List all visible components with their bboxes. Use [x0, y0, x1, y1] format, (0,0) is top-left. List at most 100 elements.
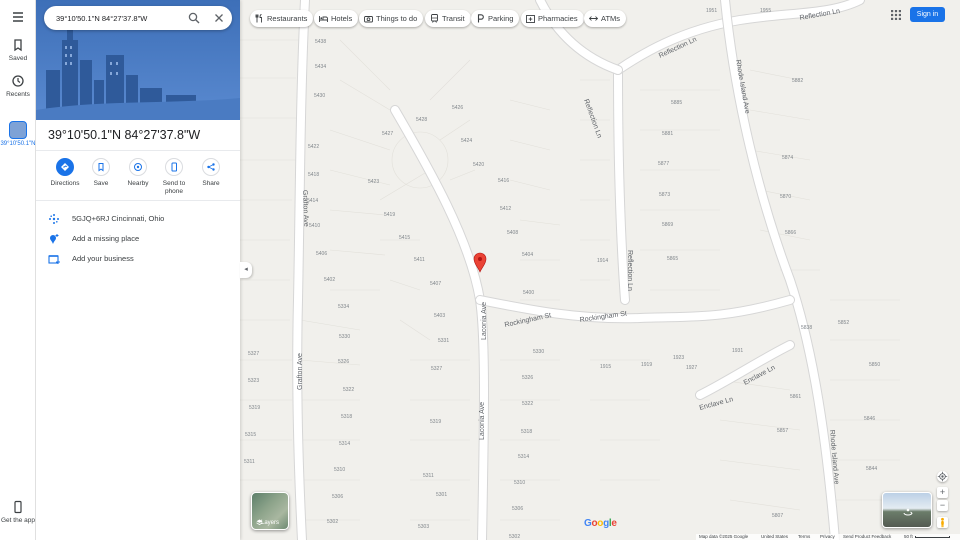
- add-location-icon: [50, 234, 59, 244]
- plus-code-text: 5GJQ+6RJ Cincinnati, Ohio: [72, 214, 165, 223]
- chip-label: Hotels: [331, 14, 353, 23]
- chevron-left-icon: ◂: [244, 266, 248, 273]
- maps-app: Reflection Ln Reflection Ln Reflection L…: [0, 0, 960, 540]
- recent-place-button[interactable]: 39°10'50.1"N: [0, 121, 36, 148]
- house-number: 5885: [671, 100, 682, 106]
- camera-icon: [364, 16, 373, 23]
- chip-label: Restaurants: [267, 14, 308, 23]
- street-label: Grafton Ave: [301, 190, 309, 227]
- share-button[interactable]: Share: [193, 158, 229, 188]
- add-missing-place-text: Add a missing place: [72, 234, 140, 243]
- search-input[interactable]: [56, 11, 180, 25]
- scale-label[interactable]: 50 ft: [904, 534, 913, 540]
- sign-in-button[interactable]: Sign in: [910, 7, 945, 22]
- country-link[interactable]: United States: [761, 534, 788, 540]
- chip-label: Things to do: [376, 14, 418, 23]
- parking-icon: [477, 14, 484, 23]
- house-number: 5330: [339, 334, 350, 340]
- history-icon: [12, 75, 24, 87]
- house-number: 5420: [473, 162, 484, 168]
- house-number: 1915: [600, 364, 611, 370]
- parcel-lines: [240, 39, 900, 521]
- house-number: 5326: [522, 375, 533, 381]
- save-label: Save: [93, 180, 109, 187]
- divider: [36, 150, 240, 151]
- zoom-out-button[interactable]: −: [937, 500, 948, 511]
- house-number: 5866: [785, 230, 796, 236]
- get-app-label: Get the app: [1, 517, 35, 524]
- house-number: 5322: [343, 387, 354, 393]
- house-number: 5424: [461, 138, 472, 144]
- send-to-phone-label: Send to phone: [162, 180, 186, 195]
- privacy-link[interactable]: Privacy: [820, 534, 835, 540]
- street-view-thumbnail[interactable]: [882, 492, 932, 528]
- pegman-button[interactable]: [937, 517, 948, 528]
- house-number: 5322: [522, 401, 533, 407]
- recents-button[interactable]: Recents: [0, 74, 36, 98]
- house-number: 5422: [308, 144, 319, 150]
- house-number: 5311: [423, 473, 434, 479]
- recent-place-thumbnail: [9, 121, 27, 139]
- menu-button[interactable]: [0, 10, 36, 27]
- house-number: 5334: [338, 304, 349, 310]
- my-location-icon: [937, 471, 948, 482]
- send-to-phone-button[interactable]: Send to phone: [156, 158, 192, 196]
- house-number: 5846: [864, 416, 875, 422]
- plus-code-row[interactable]: 5GJQ+6RJ Cincinnati, Ohio: [36, 209, 240, 229]
- street-labels: Reflection Ln Reflection Ln Reflection L…: [297, 8, 841, 485]
- atm-icon: [589, 16, 598, 21]
- layers-label: Layers: [260, 520, 279, 526]
- saved-button[interactable]: Saved: [0, 38, 36, 62]
- bed-icon: [319, 16, 328, 22]
- chip-label: Transit: [442, 14, 465, 23]
- house-number: 5882: [792, 78, 803, 84]
- feedback-link[interactable]: Send Product Feedback: [843, 534, 891, 540]
- house-number: 5838: [801, 325, 812, 331]
- pharmacy-icon: [526, 15, 535, 23]
- nearby-button[interactable]: Nearby: [120, 158, 156, 188]
- chip-hotels[interactable]: Hotels: [314, 10, 359, 27]
- nearby-label: Nearby: [127, 180, 149, 187]
- chip-parking[interactable]: Parking: [471, 10, 520, 27]
- apps-grid-icon[interactable]: [890, 9, 902, 21]
- house-number: 1955: [760, 8, 771, 14]
- house-number: 5807: [772, 513, 783, 519]
- add-business-row[interactable]: Add your business: [36, 249, 240, 269]
- add-missing-place-row[interactable]: Add a missing place: [36, 229, 240, 249]
- chip-things-to-do[interactable]: Things to do: [359, 10, 424, 27]
- directions-button[interactable]: Directions: [47, 158, 83, 188]
- recents-label: Recents: [6, 91, 30, 98]
- get-app-button[interactable]: Get the app: [0, 500, 36, 524]
- action-buttons: Directions Save Nearby Send to phone Sha…: [36, 158, 240, 200]
- search-icon[interactable]: [187, 11, 201, 25]
- house-number: 5844: [866, 466, 877, 472]
- bookmark-icon: [92, 158, 110, 176]
- terms-link[interactable]: Terms: [798, 534, 810, 540]
- house-number: 5870: [780, 194, 791, 200]
- send-to-phone-icon: [165, 158, 183, 176]
- chip-atms[interactable]: ATMs: [584, 10, 627, 27]
- add-business-text: Add your business: [72, 254, 134, 263]
- chip-pharmacies[interactable]: Pharmacies: [521, 10, 584, 27]
- house-number: 5881: [662, 131, 673, 137]
- collapse-panel-button[interactable]: ◂: [240, 262, 252, 278]
- zoom-in-button[interactable]: +: [937, 487, 948, 498]
- scale-bar: [915, 536, 950, 538]
- recent-place-label: 39°10'50.1"N: [0, 141, 36, 147]
- my-location-button[interactable]: [937, 471, 948, 482]
- house-number: 5415: [399, 235, 410, 241]
- chip-restaurants[interactable]: Restaurants: [250, 10, 314, 27]
- house-number: 5330: [533, 349, 544, 355]
- street-view-rotate-icon: [903, 508, 913, 516]
- house-number: 5310: [334, 467, 345, 473]
- house-number: 5319: [249, 405, 260, 411]
- phone-icon: [14, 500, 22, 514]
- share-label: Share: [202, 180, 220, 187]
- street-label: Reflection Ln: [626, 250, 633, 291]
- place-panel: 39°10'50.1"N 84°27'37.8"W Directions Sav…: [36, 0, 240, 540]
- layers-button[interactable]: Layers: [251, 492, 289, 530]
- chip-transit[interactable]: Transit: [425, 10, 471, 27]
- house-number: 1919: [641, 362, 652, 368]
- save-button[interactable]: Save: [83, 158, 119, 188]
- close-icon[interactable]: [212, 11, 226, 25]
